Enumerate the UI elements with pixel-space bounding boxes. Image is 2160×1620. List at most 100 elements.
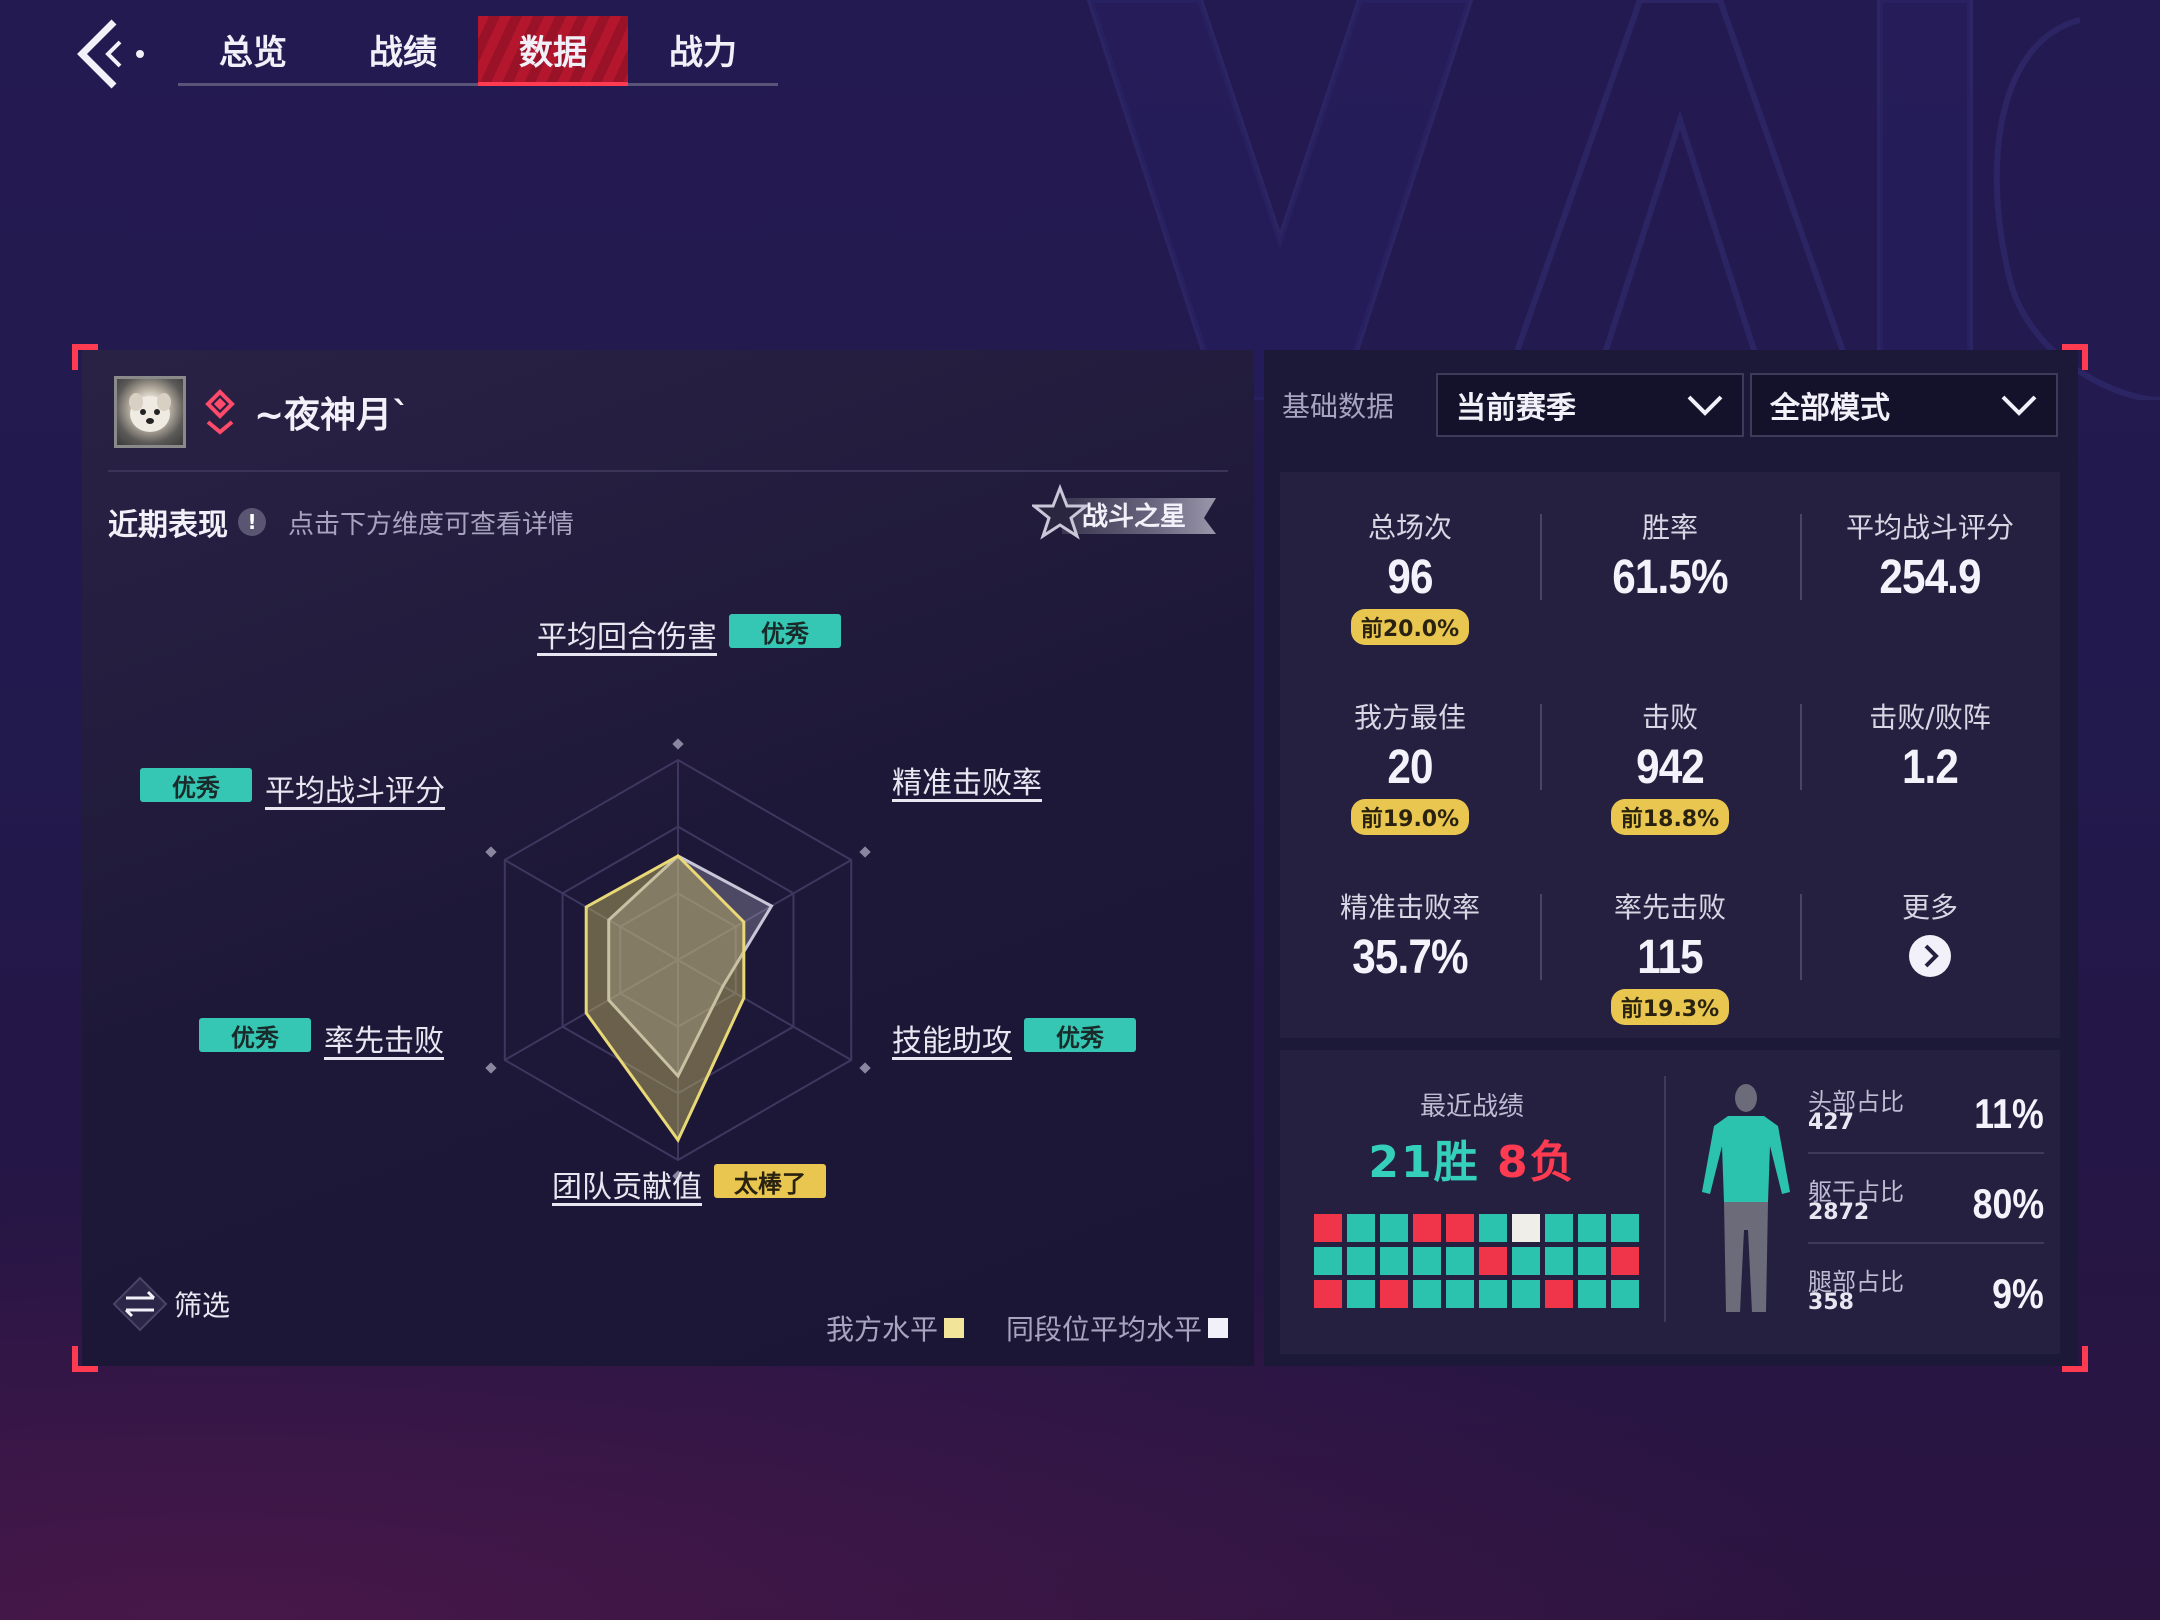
stat-rank-badge: 前20.0% [1350,609,1470,645]
radar-chart [485,738,871,1182]
stat-team-best[interactable]: 我方最佳 20 前19.0% [1280,696,1540,835]
basic-data-panel: 基础数据 当前赛季 全部模式 总场次 96 前20.0% 胜率 61.5% 平均… [1264,350,2078,1366]
match-result-cell [1512,1280,1540,1308]
filter-label: 筛选 [174,1289,231,1322]
win-loss-record: 21胜 8负 [1280,1126,1664,1190]
match-result-cell [1380,1280,1408,1308]
divider [1664,1076,1666,1322]
stat-label: 胜率 [1641,511,1698,544]
match-result-cell [1347,1247,1375,1275]
match-result-cell [1347,1214,1375,1242]
wins-count: 21胜 [1368,1137,1480,1188]
stat-label: 率先击败 [1613,891,1726,924]
match-result-cell [1479,1280,1507,1308]
more-stats-button[interactable]: 更多 [1800,886,2060,978]
hit-torso: 躯干占比 2872 80% [1808,1168,2044,1244]
stat-value: 35.7% [1352,931,1468,984]
recent-matches-title: 最近战绩 [1419,1092,1524,1122]
match-result-cell [1578,1247,1606,1275]
tag-avg-combat-score: 优秀 [140,768,252,802]
match-result-cell [1512,1214,1540,1242]
stat-label: 总场次 [1367,511,1452,544]
stat-value: 61.5% [1612,551,1728,604]
hit-count: 358 [1808,1290,1854,1315]
radar-axis-dot [859,1062,871,1074]
swap-filter-icon [112,1276,168,1332]
radar-axis-dot [859,846,871,858]
basic-data-header: 基础数据 当前赛季 全部模式 [1282,373,2062,437]
stat-avg-combat-score[interactable]: 平均战斗评分 254.9 [1800,506,2060,605]
match-result-cell [1314,1247,1342,1275]
radar-legend: 我方水平 同段位平均水平 [826,1308,1228,1348]
legend-avg-label: 同段位平均水平 [1005,1313,1202,1346]
season-dropdown[interactable]: 当前赛季 [1436,373,1744,437]
back-button[interactable] [70,14,160,94]
tag-skill-assist: 优秀 [1024,1018,1136,1052]
legend-mine-label: 我方水平 [825,1313,938,1346]
stat-value: 115 [1637,931,1703,984]
match-result-cell [1545,1247,1573,1275]
divider [1808,1242,2044,1244]
background-watermark [1080,0,2160,400]
stat-first-kills[interactable]: 率先击败 115 前19.3% [1540,886,1800,1025]
dim-skill-assist[interactable]: 技能助攻 [892,1016,1012,1060]
stat-rank-badge: 前19.3% [1610,989,1730,1025]
back-arrow-icon [77,19,144,89]
tab-power[interactable]: 战力 [628,16,778,83]
radar-axis-dot [485,1062,497,1074]
dim-first-kill[interactable]: 率先击败 [324,1016,444,1060]
chevron-down-icon [1687,395,1723,416]
tab-data[interactable]: 数据 [478,16,628,86]
match-result-cell [1413,1280,1441,1308]
stat-label: 击败/败阵 [1869,701,1991,734]
mode-dropdown[interactable]: 全部模式 [1750,373,2058,437]
legend-mine: 我方水平 [826,1308,964,1348]
tab-overview[interactable]: 总览 [178,16,328,83]
stat-rank-badge: 前18.8% [1610,799,1730,835]
stat-total-matches[interactable]: 总场次 96 前20.0% [1280,506,1540,645]
match-result-cell [1611,1247,1639,1275]
match-result-cell [1380,1247,1408,1275]
dim-avg-combat-score[interactable]: 平均战斗评分 [265,766,445,810]
stat-headshot-rate[interactable]: 精准击败率 35.7% [1280,886,1540,985]
stats-grid: 总场次 96 前20.0% 胜率 61.5% 平均战斗评分 254.9 我方最佳… [1280,472,2060,1038]
divider [1808,1152,2044,1154]
stat-value: 942 [1636,741,1705,794]
mode-value: 全部模式 [1770,391,1890,426]
stat-label: 精准击败率 [1339,891,1480,924]
dim-team-contribution[interactable]: 团队贡献值 [552,1162,702,1206]
nav-tabs: 总览 战绩 数据 战力 [178,16,778,86]
chevron-right-circle-icon[interactable] [1908,934,1952,978]
stat-kd-ratio[interactable]: 击败/败阵 1.2 [1800,696,2060,795]
stats-frame: ~夜神月` 近期表现 ! 点击下方维度可查看详情 战斗之星 平均回合伤害 优秀 … [72,344,2088,1372]
tab-records[interactable]: 战绩 [328,16,478,83]
stat-kills[interactable]: 击败 942 前18.8% [1540,696,1800,835]
tag-avg-round-damage: 优秀 [729,614,841,648]
dim-headshot-rate[interactable]: 精准击败率 [892,758,1042,802]
losses-count: 8负 [1496,1137,1576,1188]
match-result-cell [1545,1214,1573,1242]
legend-avg: 同段位平均水平 [1006,1308,1228,1348]
match-result-cell [1446,1280,1474,1308]
radar-axis-dot [672,738,684,750]
dim-avg-round-damage[interactable]: 平均回合伤害 [537,612,717,656]
tag-team-contribution: 太棒了 [714,1164,826,1198]
recent-matches-box: 最近战绩 21胜 8负 头部占比 427 11% 躯干占比 2872 80% 腿… [1280,1050,2060,1354]
more-label: 更多 [1901,891,1958,924]
filter-button[interactable]: 筛选 [112,1276,230,1332]
match-result-cell [1512,1247,1540,1275]
stat-label: 击败 [1641,701,1698,734]
match-result-cell [1611,1280,1639,1308]
stat-label: 我方最佳 [1353,701,1466,734]
legend-avg-swatch [1208,1318,1228,1338]
tag-first-kill: 优秀 [199,1018,311,1052]
hit-percent: 11% [1974,1090,2044,1137]
body-silhouette-icon [1702,1084,1790,1312]
legend-mine-swatch [943,1318,964,1338]
match-result-cell [1578,1280,1606,1308]
match-result-cell [1314,1280,1342,1308]
match-result-cell [1446,1214,1474,1242]
match-result-cell [1413,1214,1441,1242]
match-result-cell [1479,1214,1507,1242]
stat-win-rate[interactable]: 胜率 61.5% [1540,506,1800,605]
